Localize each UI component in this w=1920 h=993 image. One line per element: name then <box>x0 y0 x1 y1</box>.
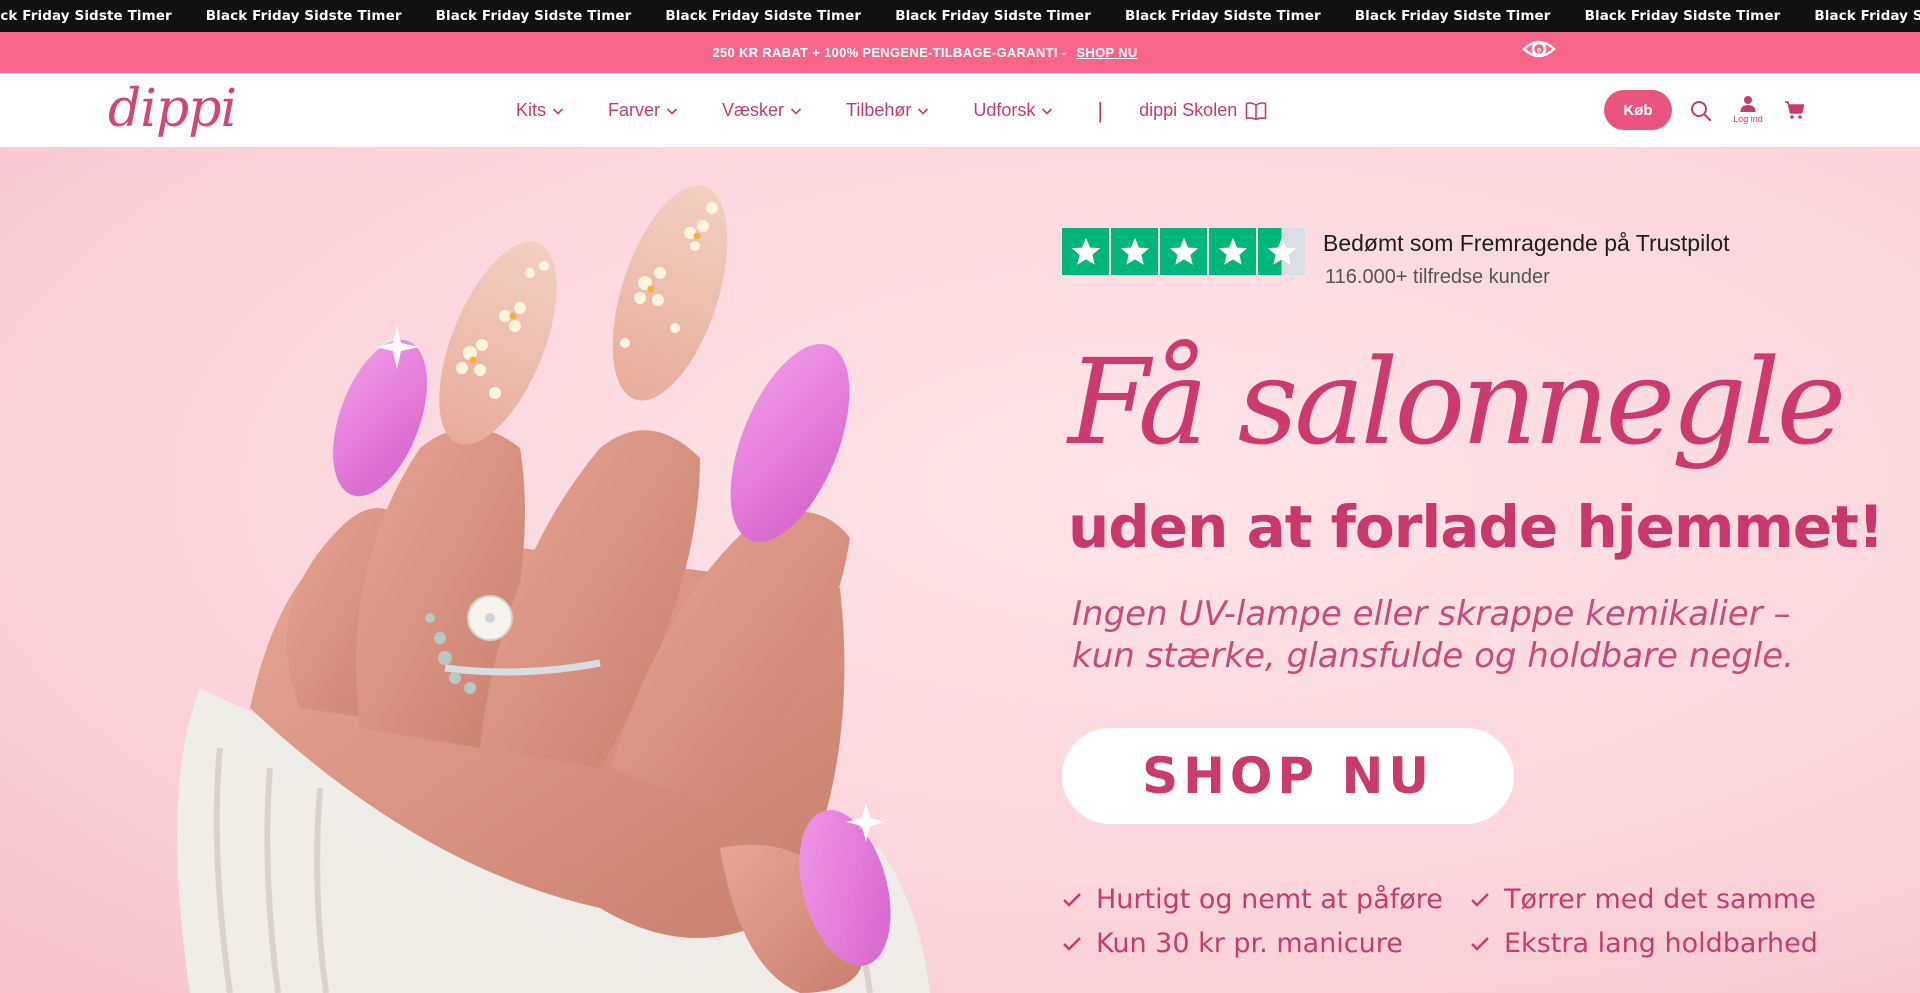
nav-item-kits[interactable]: Kits <box>516 100 564 121</box>
feature-label: Hurtigt og nemt at påføre <box>1096 884 1443 915</box>
nav-item-label: Væsker <box>722 100 785 120</box>
hero-subtext: Ingen UV-lampe eller skrappe kemikalier … <box>1072 594 1794 676</box>
marquee-item: Black Friday Sidste Timer <box>665 8 862 24</box>
chevron-down-icon <box>666 107 678 115</box>
buy-button[interactable]: Køb <box>1604 90 1672 130</box>
chevron-down-icon <box>918 107 929 115</box>
marquee-item: Black Friday Sidste Timer <box>1124 8 1321 24</box>
promo-text-row: 250 KR RABAT + 100% PENGENE-TILBAGE-GARA… <box>0 32 1850 73</box>
trustpilot-subtitle: 116.000+ tilfredse kunder <box>1325 266 1550 288</box>
cart-icon[interactable] <box>1784 100 1806 120</box>
dippi-logo[interactable]: dippi <box>108 79 237 139</box>
feature-label: Ekstra lang holdbarhed <box>1504 928 1818 959</box>
hand-with-nails-image <box>177 185 931 993</box>
marquee-item: Black Friday Sidste Timer <box>1814 8 1920 24</box>
star-icon <box>1209 228 1256 275</box>
star-icon <box>1258 228 1305 275</box>
feature-item: Hurtigt og nemt at påføre <box>1062 884 1443 915</box>
user-icon <box>1740 96 1756 112</box>
checkmark-icon <box>1063 936 1081 951</box>
hero-headline: uden at forlade hjemmet! <box>1068 493 1884 561</box>
feature-item: Kun 30 kr pr. manicure <box>1062 928 1403 959</box>
nav-item-vaesker[interactable]: Væsker <box>722 100 802 121</box>
nav-item-udforsk[interactable]: Udforsk <box>973 100 1053 121</box>
promo-shop-link[interactable]: SHOP NU <box>1076 45 1137 60</box>
nav-item-label: Farver <box>608 100 661 120</box>
hero-headline-script: Få salonnegle <box>1068 333 1846 471</box>
nav-item-tilbehor[interactable]: Tilbehør <box>846 100 929 121</box>
promo-text: 250 KR RABAT + 100% PENGENE-TILBAGE-GARA… <box>712 45 1058 60</box>
nav-item-label: Udforsk <box>973 100 1036 120</box>
marquee-item: Black Friday Sidste Timer <box>1354 8 1551 24</box>
nav-item-dippi-skolen[interactable]: dippi Skolen <box>1139 100 1267 121</box>
checkmark-icon <box>1471 892 1489 907</box>
marquee-item: Black Friday Sidste Timer <box>1584 8 1781 24</box>
marquee-item: Black Friday Sidste Timer <box>435 8 632 24</box>
trustpilot-title: Bedømt som Fremragende på Trustpilot <box>1323 230 1730 256</box>
search-icon[interactable] <box>1690 100 1712 122</box>
main-nav: Kits Farver Væsker Tilbehør Udforsk | di… <box>516 73 1267 148</box>
chevron-down-icon <box>552 107 564 115</box>
star-icon <box>1160 228 1207 275</box>
chevron-down-icon <box>1042 107 1053 115</box>
marquee-item: Black Friday Sidste Timer <box>205 8 402 24</box>
nav-item-farver[interactable]: Farver <box>608 100 678 121</box>
shop-now-button[interactable]: SHOP NU <box>1062 728 1514 824</box>
checkmark-icon <box>1063 892 1081 907</box>
nav-item-label: dippi Skolen <box>1139 100 1238 120</box>
book-icon <box>1245 101 1267 120</box>
nav-item-label: Tilbehør <box>846 100 912 120</box>
announcement-marquee: Black Friday Sidste Timer Black Friday Si… <box>0 0 1920 32</box>
trustpilot-stars <box>1062 228 1307 275</box>
chevron-down-icon <box>790 107 802 115</box>
nav-divider: | <box>1097 97 1104 123</box>
promo-bar: 250 KR RABAT + 100% PENGENE-TILBAGE-GARA… <box>0 32 1920 73</box>
nav-item-label: Kits <box>516 100 547 120</box>
promo-separator: - <box>1061 45 1067 60</box>
hero-section: Bedømt som Fremragende på Trustpilot 116… <box>0 148 1920 993</box>
feature-item: Ekstra lang holdbarhed <box>1470 928 1818 959</box>
star-icon <box>1062 228 1109 275</box>
feature-label: Tørrer med det samme <box>1504 884 1816 915</box>
site-header: dippi Kits Farver Væsker Tilbehør Udfors… <box>0 73 1920 148</box>
svg-text:e: e <box>1537 46 1542 55</box>
checkmark-icon <box>1471 936 1489 951</box>
marquee-track: Black Friday Sidste Timer Black Friday Si… <box>0 0 1920 32</box>
marquee-item: Black Friday Sidste Timer <box>0 8 172 24</box>
marquee-item: Black Friday Sidste Timer <box>895 8 1091 24</box>
feature-label: Kun 30 kr pr. manicure <box>1096 928 1403 959</box>
feature-item: Tørrer med det samme <box>1470 884 1816 915</box>
star-icon <box>1111 228 1158 275</box>
login-label: Log ind <box>1733 114 1763 124</box>
login-button[interactable]: Log ind <box>1730 95 1766 124</box>
eye-badge-icon: e <box>1522 37 1556 67</box>
